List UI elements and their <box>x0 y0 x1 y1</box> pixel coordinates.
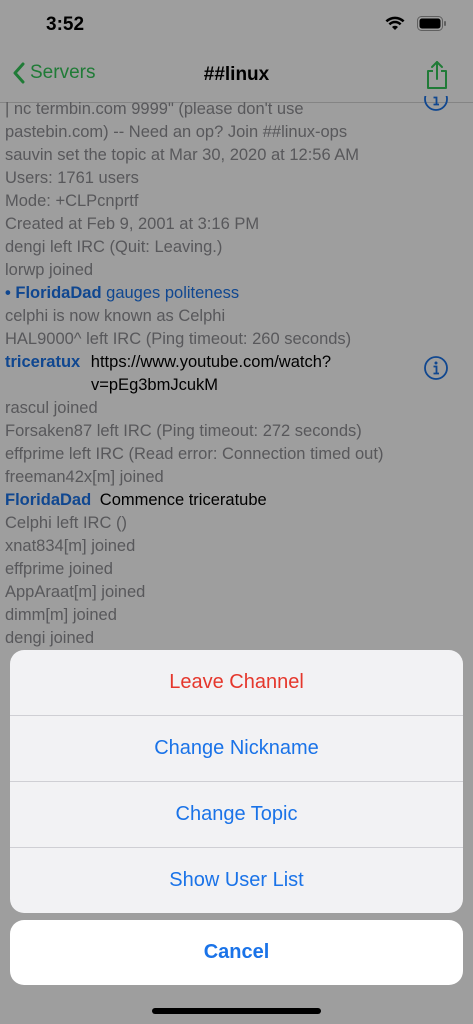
irc-channel-screen: 3:52 Servers ##linux | nc termbin.com 99… <box>0 0 473 1024</box>
home-indicator[interactable] <box>152 1008 321 1014</box>
action-sheet: Leave Channel Change Nickname Change Top… <box>10 650 463 913</box>
cancel-button[interactable]: Cancel <box>10 920 463 985</box>
change-nickname-button[interactable]: Change Nickname <box>10 715 463 781</box>
show-user-list-button[interactable]: Show User List <box>10 847 463 913</box>
change-topic-button[interactable]: Change Topic <box>10 781 463 847</box>
leave-channel-button[interactable]: Leave Channel <box>10 650 463 715</box>
